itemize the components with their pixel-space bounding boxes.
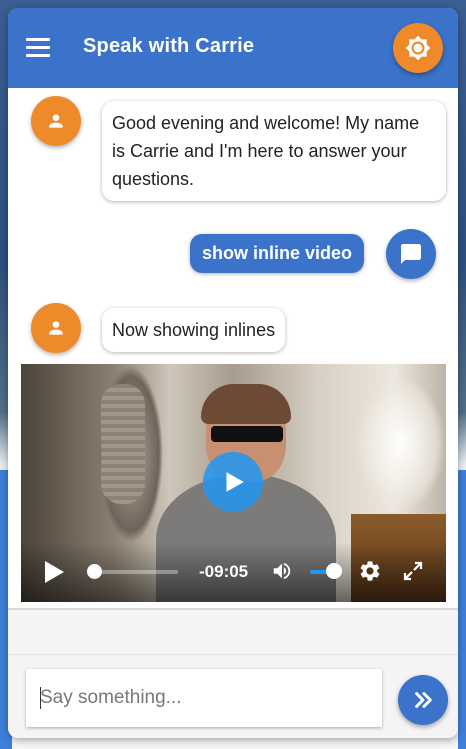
- background-panel-right: [458, 470, 466, 749]
- message-list: Good evening and welcome! My name is Car…: [8, 88, 458, 608]
- bot-message: Good evening and welcome! My name is Car…: [102, 101, 446, 201]
- gear-icon: [360, 561, 380, 581]
- user-message: show inline video: [190, 234, 365, 273]
- person-icon: [49, 114, 63, 128]
- chat-header: Speak with Carrie: [8, 8, 458, 88]
- hamburger-menu-icon[interactable]: [26, 38, 50, 58]
- play-icon: [226, 472, 244, 492]
- send-button[interactable]: [398, 675, 448, 725]
- volume-handle[interactable]: [326, 563, 342, 579]
- big-play-button[interactable]: [203, 452, 263, 512]
- theme-toggle-button[interactable]: [393, 23, 443, 73]
- fullscreen-button[interactable]: [401, 559, 425, 588]
- chat-widget: Speak with Carrie Good evening and welco…: [8, 8, 458, 738]
- bot-avatar: [31, 303, 81, 353]
- bot-message: Now showing inlines: [102, 308, 286, 352]
- volume-icon: [273, 562, 291, 580]
- brightness-icon: [405, 35, 431, 61]
- message-input[interactable]: [26, 669, 382, 727]
- message-input-container: [26, 669, 382, 727]
- play-icon: [45, 561, 64, 583]
- chat-bubble-icon: [401, 244, 421, 264]
- inline-video-player[interactable]: -09:05: [21, 364, 446, 602]
- bot-avatar: [31, 96, 81, 146]
- user-avatar: [386, 229, 436, 279]
- volume-button[interactable]: [270, 560, 294, 587]
- time-remaining: -09:05: [199, 562, 249, 581]
- play-button[interactable]: [43, 560, 65, 589]
- input-bar: [8, 654, 458, 738]
- person-icon: [49, 321, 63, 335]
- seek-handle[interactable]: [87, 564, 102, 579]
- divider: [8, 608, 458, 610]
- seek-bar[interactable]: [93, 570, 178, 574]
- double-chevron-right-icon: [415, 692, 432, 708]
- fullscreen-icon: [403, 561, 423, 581]
- chat-title: Speak with Carrie: [83, 35, 255, 57]
- settings-button[interactable]: [358, 559, 382, 588]
- text-caret: [40, 687, 41, 709]
